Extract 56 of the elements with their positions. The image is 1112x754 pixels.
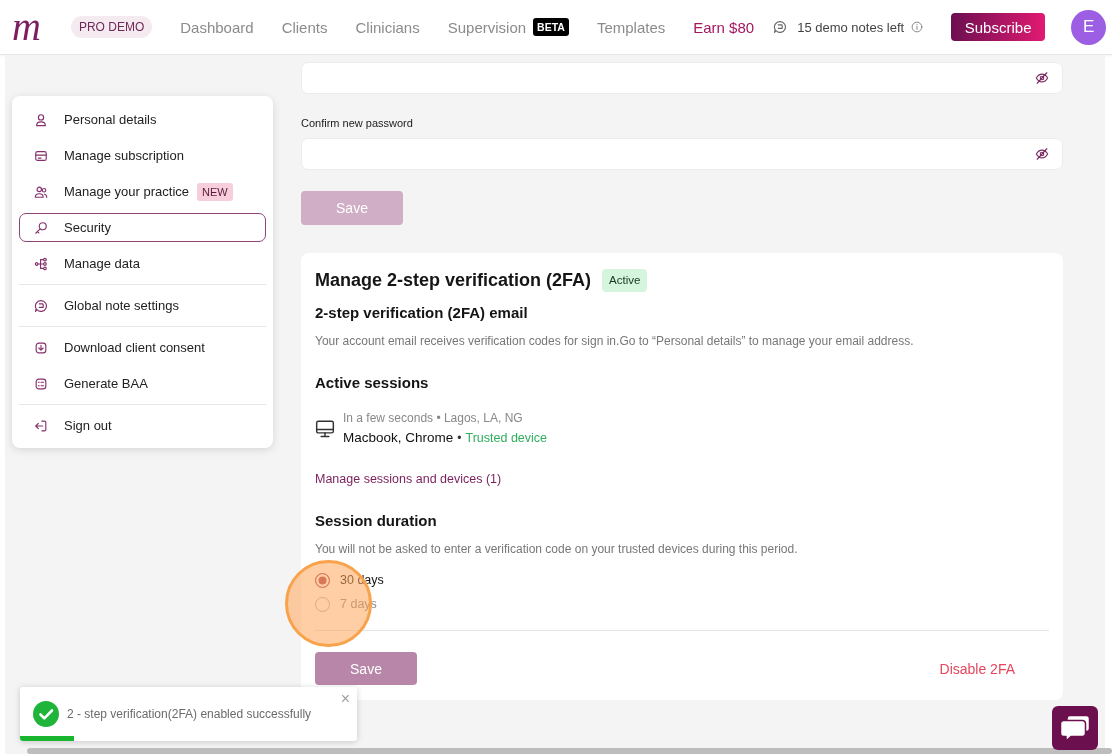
- menu-item[interactable]: Global note settings: [19, 291, 266, 320]
- menu-item[interactable]: Manage subscription: [19, 141, 266, 170]
- manage-sessions-link[interactable]: Manage sessions and devices (1): [315, 471, 502, 487]
- promo-link[interactable]: Earn $80: [693, 18, 755, 36]
- menu-item[interactable]: Security: [19, 213, 266, 242]
- person-icon: [34, 112, 48, 127]
- nav-link[interactable]: Dashboard: [180, 18, 254, 36]
- radio-button[interactable]: [315, 572, 330, 588]
- menu-item[interactable]: Manage data: [19, 249, 266, 278]
- section-heading: Active sessions: [315, 373, 430, 393]
- trusted-device-label: Trusted device: [465, 430, 548, 447]
- session-meta: In a few seconds • Lagos, LA, NG: [343, 410, 524, 426]
- menu-item[interactable]: Personal details: [19, 105, 266, 134]
- password-field[interactable]: [301, 62, 1063, 94]
- session-device: Macbook, Chrome: [343, 429, 454, 447]
- status-tag: Active: [602, 268, 648, 292]
- menu-item[interactable]: Manage your practice NEW: [19, 177, 266, 206]
- nav-link[interactable]: Clients: [281, 18, 328, 36]
- new-tag: NEW: [197, 182, 233, 201]
- subscribe-button[interactable]: Subscribe: [951, 13, 1046, 41]
- card-icon: [34, 148, 48, 163]
- key-icon: [34, 220, 48, 235]
- note-bubble-icon: [34, 298, 48, 313]
- success-check-icon: [33, 701, 59, 727]
- notes-icon: [773, 20, 788, 34]
- toast-message: 2 - step verification(2FA) enabled successfully: [67, 707, 312, 721]
- nav-link[interactable]: Clinicians: [355, 18, 420, 36]
- download-icon: [34, 340, 48, 355]
- branch-icon: [34, 256, 48, 271]
- eye-off-icon[interactable]: [1035, 71, 1049, 85]
- menu-item[interactable]: Sign out: [19, 411, 266, 440]
- monitor-icon: [315, 418, 335, 439]
- menu-item[interactable]: Generate BAA: [19, 369, 266, 398]
- section-heading: 2-step verification (2FA) email: [315, 303, 529, 323]
- people-icon: [34, 184, 48, 199]
- menu-item[interactable]: Download client consent: [19, 333, 266, 362]
- field-label: Confirm new password: [301, 116, 414, 130]
- logo[interactable]: m: [12, 7, 41, 47]
- sign-out-icon: [34, 418, 48, 433]
- chat-bubbles-icon: [1059, 714, 1091, 742]
- bullet-separator: •: [457, 430, 462, 447]
- section-heading: Session duration: [315, 511, 438, 531]
- demo-notes-count: 15 demo notes left: [797, 19, 905, 35]
- disable-2fa-button[interactable]: Disable 2FA: [939, 660, 1015, 677]
- section-description: Your account email receives verification codes for sign in.Go to “Personal details” to manage your email address.: [315, 333, 915, 349]
- avatar[interactable]: E: [1071, 9, 1107, 45]
- checklist-icon: [34, 376, 48, 391]
- eye-off-icon[interactable]: [1035, 147, 1049, 161]
- beta-tag: BETA: [533, 18, 569, 36]
- chat-button[interactable]: [1052, 706, 1098, 750]
- plan-tag: PRO DEMO: [70, 16, 153, 38]
- section-description: You will not be asked to enter a verification code on your trusted devices during this period.: [315, 541, 799, 557]
- card-title: Manage 2-step verification (2FA): [315, 269, 592, 291]
- password-field[interactable]: [301, 138, 1063, 170]
- scrollbar[interactable]: [27, 748, 1112, 754]
- info-icon[interactable]: [911, 21, 924, 33]
